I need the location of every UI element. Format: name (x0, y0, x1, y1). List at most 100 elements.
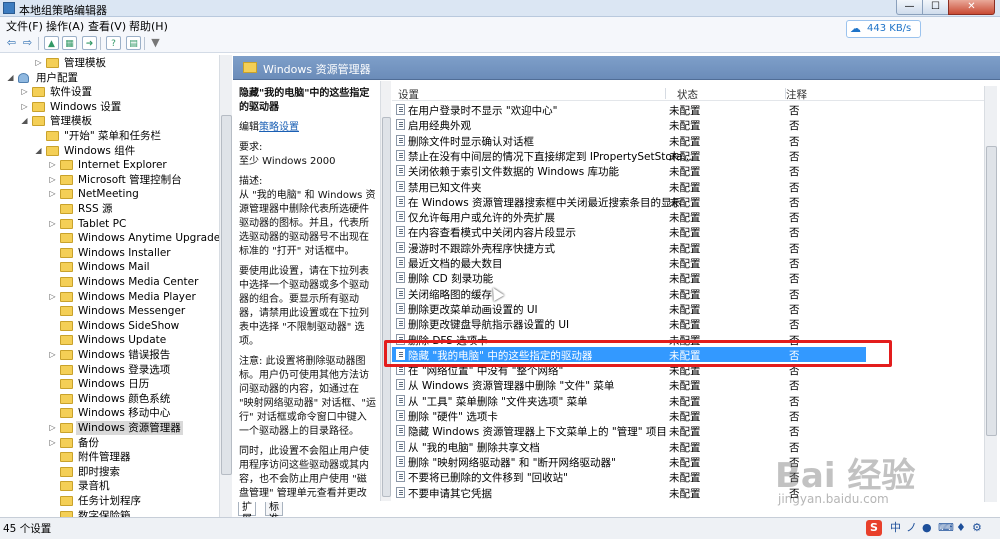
tree-item[interactable]: Windows 登录选项 (0, 363, 220, 377)
tree-item[interactable]: ◢ 管理模板 (0, 114, 220, 128)
tree-item[interactable]: ◢ 用户配置 (0, 71, 220, 85)
tree-item[interactable]: Windows Installer (0, 246, 220, 260)
expand-arrow-icon[interactable]: ◢ (34, 144, 43, 158)
setting-row[interactable]: 隐藏 Windows 资源管理器上下文菜单上的 "管理" 项目 未配置 否 (392, 423, 984, 438)
expand-arrow-icon[interactable]: ▷ (20, 85, 29, 99)
tree-item[interactable]: ▷ Windows Media Player (0, 290, 220, 304)
properties-icon[interactable]: ▤ (126, 36, 141, 50)
tree-item[interactable]: 任务计划程序 (0, 494, 220, 508)
tree-item[interactable]: 附件管理器 (0, 450, 220, 464)
tree-item[interactable]: ▷ Microsoft 管理控制台 (0, 173, 220, 187)
menu-action[interactable]: 操作(A) (46, 18, 84, 34)
up-folder-icon[interactable]: ▲ (44, 36, 59, 50)
menu-view[interactable]: 查看(V) (88, 18, 126, 34)
setting-row[interactable]: 删除 "硬件" 选项卡 未配置 否 (392, 408, 984, 423)
setting-row[interactable]: 禁用已知文件夹 未配置 否 (392, 179, 984, 194)
settings-icon[interactable]: ⚙ (972, 520, 982, 536)
tree-item[interactable]: Windows 颜色系统 (0, 392, 220, 406)
expand-arrow-icon[interactable]: ◢ (6, 71, 15, 85)
column-setting[interactable]: 设置 (398, 87, 419, 102)
setting-row[interactable]: 删除更改键盘导航指示器设置的 UI 未配置 否 (392, 316, 984, 331)
expand-arrow-icon[interactable]: ▷ (34, 56, 43, 70)
column-comment[interactable]: 注释 (786, 87, 807, 102)
setting-row[interactable]: 删除更改菜单动画设置的 UI 未配置 否 (392, 301, 984, 316)
sogou-ime-icon[interactable]: S (866, 520, 882, 536)
network-speed-widget[interactable]: ☁ 443 KB/s (846, 20, 921, 38)
show-hide-tree-icon[interactable]: ▦ (62, 36, 77, 50)
forward-arrow-icon[interactable]: ⇨ (20, 36, 35, 50)
setting-row[interactable]: 从 "工具" 菜单删除 "文件夹选项" 菜单 未配置 否 (392, 393, 984, 408)
tree-item[interactable]: ▷ Internet Explorer (0, 158, 220, 172)
ime-chinese-mode[interactable]: 中 (890, 520, 901, 536)
tree-item[interactable]: ◢ Windows 组件 (0, 144, 220, 158)
tree-item[interactable]: Windows Messenger (0, 304, 220, 318)
expand-arrow-icon[interactable]: ◢ (20, 114, 29, 128)
back-arrow-icon[interactable]: ⇦ (4, 36, 19, 50)
expand-arrow-icon[interactable]: ▷ (48, 173, 57, 187)
tab-standard[interactable]: 标准 (265, 502, 283, 525)
expand-arrow-icon[interactable]: ▷ (20, 100, 29, 114)
setting-row[interactable]: 删除 CD 刻录功能 未配置 否 (392, 270, 984, 285)
export-list-icon[interactable]: ➜ (82, 36, 97, 50)
tree-item[interactable]: ▷ 管理模板 (0, 56, 220, 70)
minimize-button[interactable]: — (896, 0, 923, 15)
close-button[interactable]: ✕ (948, 0, 995, 15)
setting-row[interactable]: 在用户登录时不显示 "欢迎中心" 未配置 否 (392, 102, 984, 117)
tree-item[interactable]: Windows Update (0, 333, 220, 347)
setting-row[interactable]: 不要将已删除的文件移到 "回收站" 未配置 否 (392, 469, 984, 484)
tree-item[interactable]: ▷ NetMeeting (0, 187, 220, 201)
grid-scrollbar-thumb[interactable] (986, 146, 997, 436)
setting-row[interactable]: 删除文件时显示确认对话框 未配置 否 (392, 133, 984, 148)
column-divider[interactable] (665, 88, 666, 99)
tree-item[interactable]: ▷ Tablet PC (0, 217, 220, 231)
expand-arrow-icon[interactable]: ▷ (48, 421, 57, 435)
help-icon[interactable]: ? (106, 36, 121, 50)
setting-row[interactable]: 关闭缩略图的缓存 未配置 否 (392, 286, 984, 301)
setting-row[interactable]: 删除 "映射网络驱动器" 和 "断开网络驱动器" 未配置 否 (392, 454, 984, 469)
expand-arrow-icon[interactable]: ▷ (48, 217, 57, 231)
tree-item[interactable]: 录音机 (0, 479, 220, 493)
tree-item[interactable]: Windows 移动中心 (0, 406, 220, 420)
tree-item[interactable]: Windows Mail (0, 260, 220, 274)
tree-item[interactable]: "开始" 菜单和任务栏 (0, 129, 220, 143)
tree-item[interactable]: RSS 源 (0, 202, 220, 216)
setting-row[interactable]: 漫游时不跟踪外壳程序快捷方式 未配置 否 (392, 240, 984, 255)
tree-item[interactable]: ▷ Windows 错误报告 (0, 348, 220, 362)
tree-item[interactable]: Windows Media Center (0, 275, 220, 289)
tree-item[interactable]: ▷ Windows 设置 (0, 100, 220, 114)
ime-skin-icon[interactable]: ♦ (956, 520, 966, 536)
setting-row[interactable]: 仅允许每用户或允许的外壳扩展 未配置 否 (392, 209, 984, 224)
menu-help[interactable]: 帮助(H) (129, 18, 168, 34)
setting-row[interactable]: 从 Windows 资源管理器中删除 "文件" 菜单 未配置 否 (392, 377, 984, 392)
tree-item[interactable]: ▷ Windows 资源管理器 (0, 421, 220, 435)
setting-row[interactable]: 从 "我的电脑" 删除共享文档 未配置 否 (392, 439, 984, 454)
maximize-button[interactable]: ☐ (922, 0, 949, 15)
setting-row[interactable]: 最近文档的最大数目 未配置 否 (392, 255, 984, 270)
expand-arrow-icon[interactable]: ▷ (48, 348, 57, 362)
tree-item[interactable]: ▷ 备份 (0, 436, 220, 450)
ime-fullwidth-icon[interactable]: ● (922, 520, 932, 536)
ime-punctuation-icon[interactable]: ノ (906, 520, 917, 536)
tree-scrollbar-thumb[interactable] (221, 115, 232, 475)
tree-item[interactable]: Windows Anytime Upgrade (0, 231, 220, 245)
tree-item[interactable]: 即时搜索 (0, 465, 220, 479)
expand-arrow-icon[interactable]: ▷ (48, 290, 57, 304)
keyboard-icon[interactable]: ⌨ (938, 520, 954, 536)
edit-policy-link[interactable]: 策略设置 (259, 122, 299, 133)
expand-arrow-icon[interactable]: ▷ (48, 158, 57, 172)
tree-item[interactable]: Windows SideShow (0, 319, 220, 333)
setting-row[interactable]: 关闭依赖于索引文件数据的 Windows 库功能 未配置 否 (392, 163, 984, 178)
grid-scrollbar[interactable] (984, 86, 997, 502)
expand-arrow-icon[interactable]: ▷ (48, 436, 57, 450)
setting-row[interactable]: 在 Windows 资源管理器搜索框中关闭最近搜索条目的显示 未配置 否 (392, 194, 984, 209)
filter-icon[interactable]: ▼ (148, 36, 163, 50)
column-state[interactable]: 状态 (677, 87, 698, 102)
description-scrollbar[interactable] (380, 81, 391, 501)
tab-extended[interactable]: 扩展 (238, 502, 256, 525)
setting-row[interactable]: 禁止在没有中间层的情况下直接绑定到 IPropertySetStora... 未配… (392, 148, 984, 163)
tree-item[interactable]: Windows 日历 (0, 377, 220, 391)
setting-row[interactable]: 在内容查看模式中关闭内容片段显示 未配置 否 (392, 224, 984, 239)
menu-file[interactable]: 文件(F) (6, 18, 43, 34)
expand-arrow-icon[interactable]: ▷ (48, 187, 57, 201)
setting-row[interactable]: 启用经典外观 未配置 否 (392, 117, 984, 132)
